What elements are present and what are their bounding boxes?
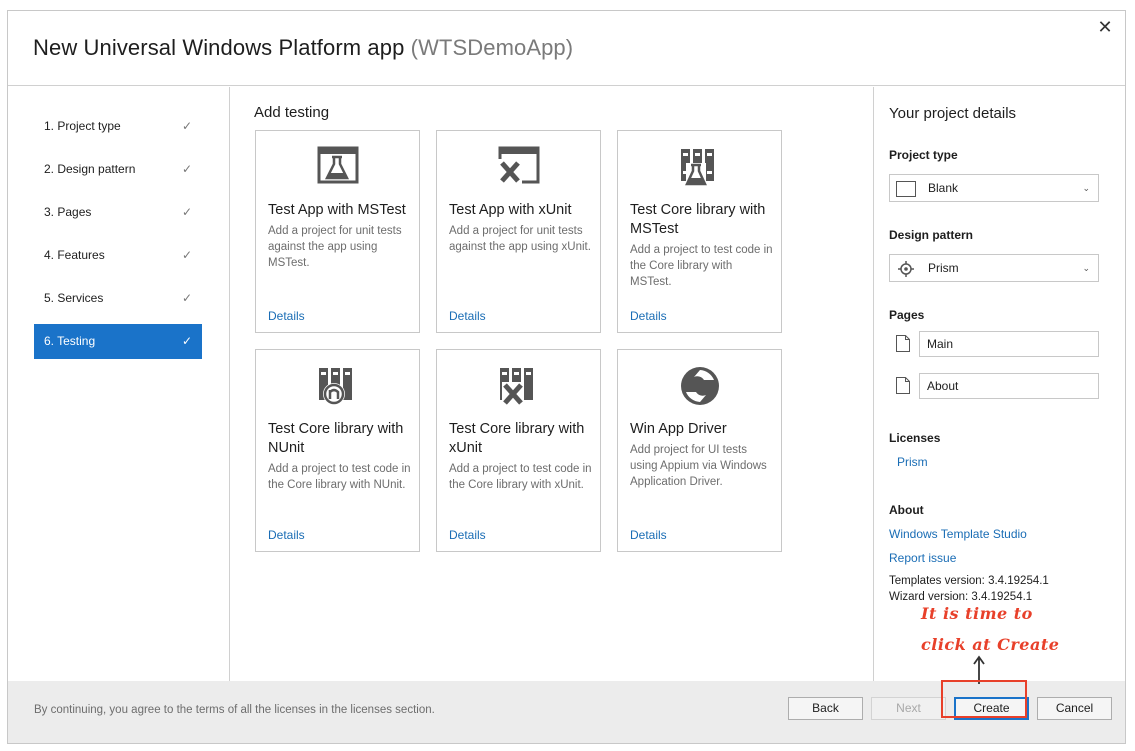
xunit-app-icon <box>437 145 600 189</box>
card-title: Test Core library with MSTest <box>630 202 766 237</box>
card-title: Test App with xUnit <box>449 202 572 218</box>
checkmark-icon: ✓ <box>181 205 192 219</box>
checkmark-icon: ✓ <box>181 119 192 133</box>
details-link[interactable]: Details <box>630 309 667 323</box>
page-icon <box>896 377 910 399</box>
checkmark-icon: ✓ <box>181 334 192 348</box>
card-title: Win App Driver <box>630 421 727 437</box>
cancel-button[interactable]: Cancel <box>1037 697 1112 720</box>
checkmark-icon: ✓ <box>181 291 192 305</box>
step-label: 5. Services <box>44 291 104 305</box>
step-label: 4. Features <box>44 248 105 262</box>
next-button[interactable]: Next <box>871 697 946 720</box>
dialog-title: New Universal Windows Platform app (WTSD… <box>33 35 573 61</box>
card-title: Test App with MSTest <box>268 202 406 218</box>
library-nunit-icon <box>256 364 419 408</box>
step-pages[interactable]: 3. Pages ✓ <box>34 195 202 230</box>
details-title: Your project details <box>889 105 1017 122</box>
about-label: About <box>889 503 924 517</box>
step-label: 3. Pages <box>44 205 92 219</box>
card-test-core-xunit[interactable]: Test Core library with xUnit Add a proje… <box>436 349 601 552</box>
library-xunit-icon <box>437 364 600 408</box>
project-details-panel: Your project details Project type Blank … <box>873 87 1126 682</box>
card-description: Add a project to test code in the Core l… <box>268 463 411 491</box>
design-pattern-label: Design pattern <box>889 228 974 242</box>
card-win-app-driver[interactable]: Win App Driver Add project for UI tests … <box>617 349 782 552</box>
step-services[interactable]: 5. Services ✓ <box>34 281 202 316</box>
card-description: Add a project for unit tests against the… <box>449 225 591 253</box>
report-issue-link[interactable]: Report issue <box>889 551 956 565</box>
page-icon <box>896 335 910 357</box>
pages-label: Pages <box>889 308 925 322</box>
page-item: About <box>889 373 1099 399</box>
details-link[interactable]: Details <box>449 309 486 323</box>
back-button[interactable]: Back <box>788 697 863 720</box>
chevron-down-icon: ⌄ <box>1082 263 1090 273</box>
page-name-field[interactable]: About <box>919 373 1099 399</box>
card-title: Test Core library with NUnit <box>268 421 404 456</box>
page-item: Main <box>889 331 1099 357</box>
testing-panel: Add testing Test App with MSTest Add a p… <box>231 87 872 682</box>
page-name-field[interactable]: Main <box>919 331 1099 357</box>
step-label: 1. Project type <box>44 119 121 133</box>
step-label: 6. Testing <box>44 334 96 348</box>
wizard-dialog: ✕ New Universal Windows Platform app (WT… <box>7 10 1126 744</box>
card-test-app-xunit[interactable]: Test App with xUnit Add a project for un… <box>436 130 601 333</box>
wizard-version: Wizard version: 3.4.19254.1 <box>889 591 1033 603</box>
design-pattern-dropdown[interactable]: Prism ⌄ <box>889 254 1099 282</box>
design-pattern-value: Prism <box>928 261 959 275</box>
project-type-label: Project type <box>889 148 958 162</box>
blank-page-icon <box>896 180 916 197</box>
licenses-label: Licenses <box>889 431 941 445</box>
dialog-header: New Universal Windows Platform app (WTSD… <box>8 11 1125 86</box>
project-type-dropdown[interactable]: Blank ⌄ <box>889 174 1099 202</box>
annotation-line-1: It is time to <box>921 604 1033 623</box>
checkmark-icon: ✓ <box>181 162 192 176</box>
card-test-core-nunit[interactable]: Test Core library with NUnit Add a proje… <box>255 349 420 552</box>
card-description: Add a project to test code in the Core l… <box>449 463 592 491</box>
details-link[interactable]: Details <box>268 528 305 542</box>
library-flask-icon <box>618 145 781 189</box>
details-link[interactable]: Details <box>268 309 305 323</box>
step-label: 2. Design pattern <box>44 162 136 176</box>
details-link[interactable]: Details <box>630 528 667 542</box>
details-link[interactable]: Details <box>449 528 486 542</box>
card-description: Add project for UI tests using Appium vi… <box>630 444 767 488</box>
windows-template-studio-link[interactable]: Windows Template Studio <box>889 527 1027 541</box>
license-prism-link[interactable]: Prism <box>897 455 928 469</box>
prism-icon <box>896 260 916 277</box>
card-description: Add a project for unit tests against the… <box>268 225 402 269</box>
templates-version: Templates version: 3.4.19254.1 <box>889 575 1049 587</box>
card-description: Add a project to test code in the Core l… <box>630 244 773 288</box>
card-title: Test Core library with xUnit <box>449 421 585 456</box>
title-text: New Universal Windows Platform app <box>33 35 405 60</box>
step-design-pattern[interactable]: 2. Design pattern ✓ <box>34 152 202 187</box>
section-title: Add testing <box>254 104 330 121</box>
annotation-line-2: click at Create <box>921 635 1060 654</box>
card-test-core-mstest[interactable]: Test Core library with MSTest Add a proj… <box>617 130 782 333</box>
license-terms-note: By continuing, you agree to the terms of… <box>34 704 435 716</box>
create-highlight-box <box>941 680 1027 718</box>
steps-sidebar: 1. Project type ✓ 2. Design pattern ✓ 3.… <box>8 87 230 682</box>
checkmark-icon: ✓ <box>181 248 192 262</box>
flask-app-icon <box>256 145 419 189</box>
step-project-type[interactable]: 1. Project type ✓ <box>34 109 202 144</box>
step-features[interactable]: 4. Features ✓ <box>34 238 202 273</box>
step-testing[interactable]: 6. Testing ✓ <box>34 324 202 359</box>
project-type-value: Blank <box>928 181 959 195</box>
card-test-app-mstest[interactable]: Test App with MSTest Add a project for u… <box>255 130 420 333</box>
appium-icon <box>618 364 781 408</box>
chevron-down-icon: ⌄ <box>1082 183 1090 193</box>
app-name: (WTSDemoApp) <box>410 35 574 60</box>
